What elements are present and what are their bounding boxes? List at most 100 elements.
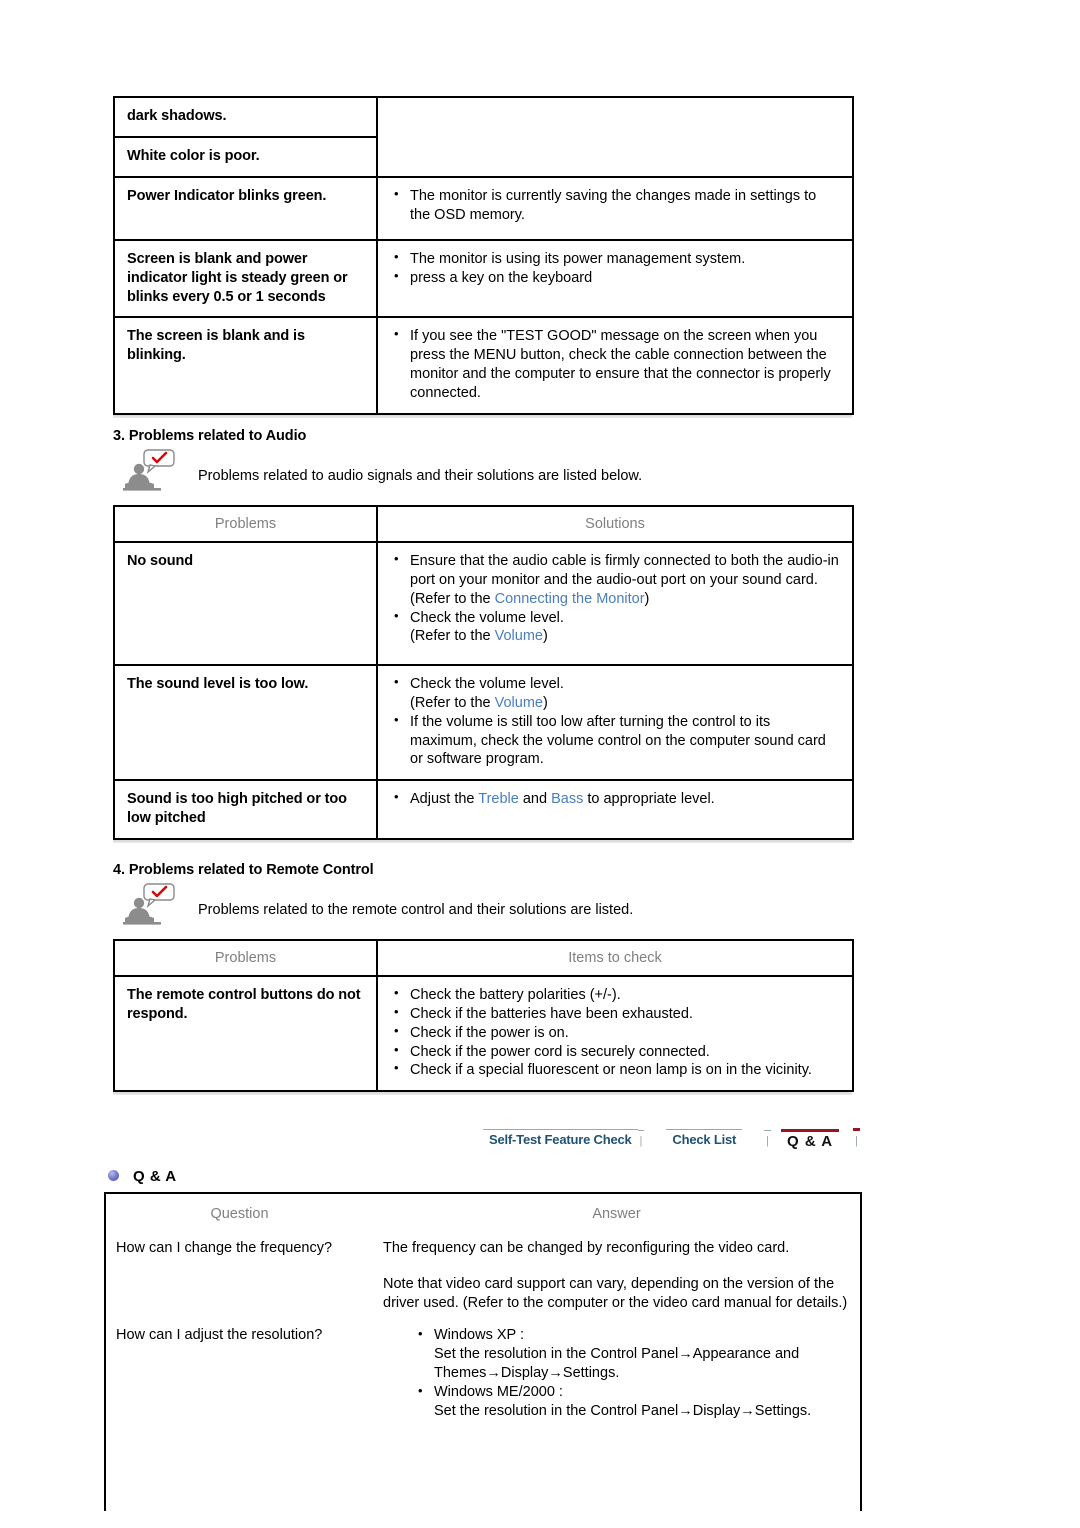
ref-suffix: )	[543, 694, 548, 711]
items-to-check-cell: Check the battery polarities (+/-). Chec…	[376, 974, 854, 1093]
question-cell: How can I adjust the resolution?	[116, 1326, 323, 1343]
problem-cell: The screen is blank and is blinking.	[113, 316, 378, 415]
ref-suffix: )	[644, 590, 650, 607]
person-with-check-bubble-icon	[122, 448, 180, 494]
nav-item-check-list[interactable]: Check List |	[666, 1129, 772, 1153]
link-connecting-the-monitor[interactable]: Connecting the Monitor	[495, 591, 645, 607]
question-cell: How can I change the frequency?	[116, 1240, 333, 1257]
solution-cell: Ensure that the audio cable is firmly co…	[376, 541, 854, 666]
column-header-answer: Answer	[592, 1206, 641, 1222]
video-problems-table: dark shadows. White color is poor. Power…	[113, 96, 854, 415]
reference-line: (Refer to the Volume)	[410, 627, 840, 646]
answer-bullet-list: Windows XP : Set the resolution in the C…	[383, 1324, 850, 1422]
table-header-row: Problems Items to check	[113, 939, 854, 977]
note-text: Problems related to the remote control a…	[198, 902, 634, 918]
nav-separator: |	[764, 1129, 772, 1153]
audio-problems-table-container: Problems Solutions No sound Ensure that …	[113, 505, 854, 843]
bullet-detail: Set the resolution in the Control Panel→…	[434, 1345, 800, 1381]
list-item: press a key on the keyboard	[390, 268, 840, 288]
link-volume[interactable]: Volume	[495, 628, 543, 644]
table-row: Screen is blank and power indicator ligh…	[113, 238, 854, 319]
link-bass[interactable]: Bass	[551, 791, 583, 807]
nav-item-q-and-a[interactable]: Q & A |	[781, 1128, 860, 1153]
solution-cell: If you see the "TEST GOOD" message on th…	[376, 316, 854, 415]
remote-problems-table-container: Problems Items to check The remote contr…	[113, 939, 854, 1096]
text-fragment: and	[518, 791, 552, 808]
table-row: How can I change the frequency? The freq…	[105, 1235, 861, 1317]
note-text: Problems related to audio signals and th…	[198, 468, 643, 484]
remote-section-note: Problems related to the remote control a…	[122, 882, 633, 928]
table-header-row: Question Answer	[105, 1193, 861, 1235]
solution-cell	[376, 96, 854, 178]
link-treble[interactable]: Treble	[478, 791, 519, 807]
problem-cell: No sound	[113, 541, 378, 666]
table-row: The sound level is too low. Check the vo…	[113, 663, 854, 782]
column-header-problems: Problems	[113, 939, 378, 977]
list-item: If you see the "TEST GOOD" message on th…	[390, 326, 840, 402]
audio-problems-table: Problems Solutions No sound Ensure that …	[113, 505, 854, 840]
solution-cell: The monitor is using its power managemen…	[376, 238, 854, 319]
list-item-text: Check the volume level.	[410, 676, 564, 692]
list-item: Windows ME/2000 : Set the resolution in …	[415, 1382, 850, 1421]
answer-paragraph-2: Note that video card support can vary, d…	[383, 1276, 848, 1312]
list-item: Check if the batteries have been exhaust…	[390, 1004, 840, 1024]
list-item: Check if the power is on.	[390, 1023, 840, 1043]
audio-section-heading: 3. Problems related to Audio	[113, 428, 306, 444]
link-volume[interactable]: Volume	[495, 695, 543, 711]
solution-cell: Check the volume level. (Refer to the Vo…	[376, 663, 854, 782]
text-fragment: to appropriate level.	[583, 791, 715, 808]
list-item: The monitor is currently saving the chan…	[390, 186, 840, 225]
list-item: The monitor is using its power managemen…	[390, 249, 840, 269]
qa-section-heading: Q & A	[108, 1168, 177, 1185]
bullet-orb-icon	[108, 1170, 119, 1181]
answer-paragraph-1: The frequency can be changed by reconfig…	[383, 1240, 790, 1257]
page-title: Q & A	[133, 1168, 177, 1185]
solution-cell: Adjust the Treble and Bass to appropriat…	[376, 779, 854, 840]
nav-link-label[interactable]: Check List	[666, 1129, 743, 1153]
reference-line: (Refer to the Volume)	[410, 694, 840, 713]
table-row: The screen is blank and is blinking. If …	[113, 316, 854, 415]
nav-link-label[interactable]: Self-Test Feature Check	[483, 1129, 638, 1153]
solution-cell: The monitor is currently saving the chan…	[376, 175, 854, 241]
audio-section-note: Problems related to audio signals and th…	[122, 448, 642, 494]
ref-prefix: (Refer to the	[410, 694, 495, 711]
solution-list: If you see the "TEST GOOD" message on th…	[390, 326, 840, 402]
section-title: 3. Problems related to Audio	[113, 428, 307, 444]
column-header-items-to-check: Items to check	[376, 939, 854, 977]
list-item: Check the volume level. (Refer to the Vo…	[390, 608, 840, 647]
column-header-question: Question	[210, 1206, 269, 1222]
table-shadow	[113, 414, 852, 418]
list-item: Check the battery polarities (+/-).	[390, 985, 840, 1005]
bullet-title: Windows ME/2000 :	[434, 1383, 563, 1400]
section-navigation-bar: Self-Test Feature Check | Check List | Q…	[483, 1128, 860, 1153]
problem-cell: Sound is too high pitched or too low pit…	[113, 779, 378, 840]
list-item-text: Ensure that the audio cable is firmly co…	[410, 553, 839, 588]
list-item: Check if a special fluorescent or neon l…	[390, 1060, 840, 1080]
problem-cell: dark shadows.	[113, 96, 378, 138]
remote-section-heading: 4. Problems related to Remote Control	[113, 862, 374, 878]
problem-cell: Power Indicator blinks green.	[113, 175, 378, 241]
table-shadow	[113, 839, 852, 843]
reference-line: (Refer to the Connecting the Monitor)	[410, 590, 840, 609]
solution-list: Adjust the Treble and Bass to appropriat…	[390, 789, 840, 809]
ref-prefix: (Refer to the	[410, 590, 495, 607]
nav-link-label-active[interactable]: Q & A	[781, 1128, 840, 1153]
nav-item-self-test-feature-check[interactable]: Self-Test Feature Check |	[483, 1129, 645, 1153]
person-with-check-bubble-icon	[122, 882, 180, 928]
qa-table: Question Answer How can I change the fre…	[104, 1192, 862, 1512]
bullet-title: Windows XP :	[434, 1326, 524, 1343]
bullet-detail: Set the resolution in the Control Panel→…	[434, 1403, 812, 1419]
problem-cell: Screen is blank and power indicator ligh…	[113, 238, 378, 319]
answer-cell: The frequency can be changed by reconfig…	[373, 1235, 861, 1317]
list-item: Adjust the Treble and Bass to appropriat…	[390, 789, 840, 809]
ref-prefix: (Refer to the	[410, 628, 495, 645]
column-header-solutions: Solutions	[376, 505, 854, 543]
table-row: Sound is too high pitched or too low pit…	[113, 779, 854, 840]
column-header-problems: Problems	[113, 505, 378, 543]
list-item: Windows XP : Set the resolution in the C…	[415, 1324, 850, 1383]
answer-cell: Windows XP : Set the resolution in the C…	[373, 1318, 861, 1512]
list-item: If the volume is still too low after tur…	[390, 712, 840, 770]
table-row: No sound Ensure that the audio cable is …	[113, 541, 854, 666]
remote-problems-table: Problems Items to check The remote contr…	[113, 939, 854, 1093]
text-fragment: Adjust the	[410, 791, 479, 808]
